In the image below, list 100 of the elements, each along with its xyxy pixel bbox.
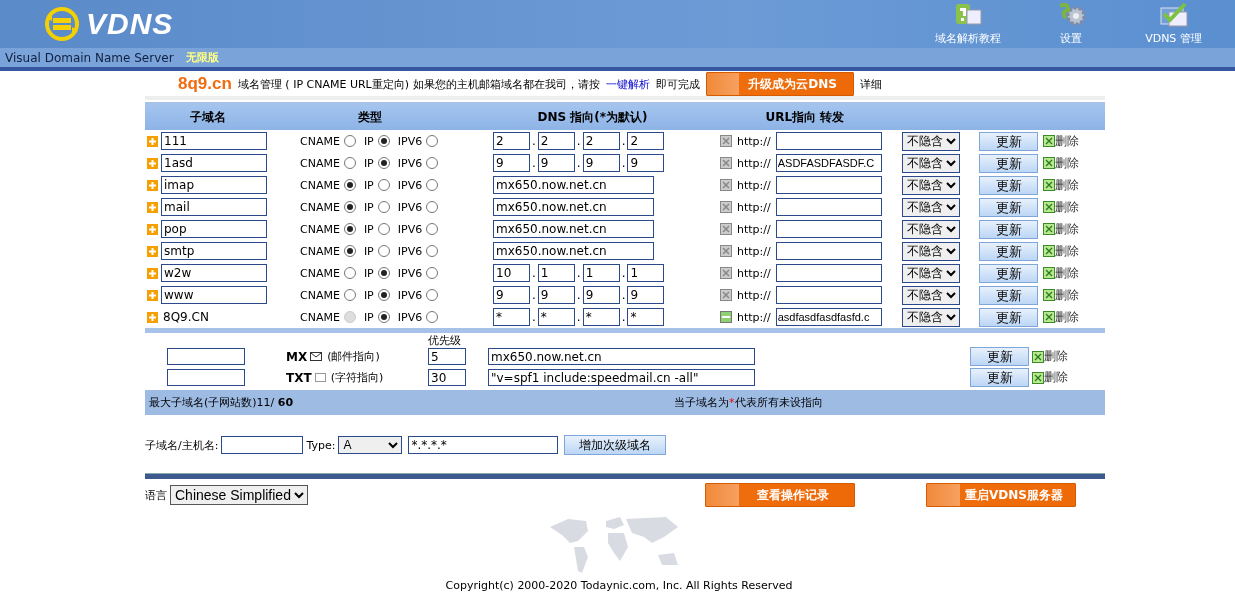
host-field[interactable] <box>167 369 245 386</box>
subdomain-field[interactable]: 111 <box>161 132 267 150</box>
delete-link[interactable]: 删除 <box>1043 132 1105 150</box>
octet-field[interactable]: * <box>493 308 530 326</box>
octet-field[interactable]: 2 <box>493 132 530 150</box>
radio-button[interactable] <box>343 245 356 257</box>
priority-field[interactable]: 30 <box>428 369 466 386</box>
delete-link[interactable]: 删除 <box>1032 369 1068 386</box>
radio-button[interactable] <box>377 157 390 169</box>
octet-field[interactable]: 2 <box>627 132 665 150</box>
url-field[interactable] <box>775 264 882 282</box>
octet-field[interactable]: * <box>537 308 575 326</box>
hide-select[interactable]: 不隐含 <box>902 197 960 217</box>
record-value-field[interactable]: mx650.now.net.cn <box>488 348 755 365</box>
octet-field[interactable]: 9 <box>493 154 530 172</box>
update-button[interactable]: 更新 <box>979 153 1038 173</box>
url-field[interactable] <box>775 132 882 150</box>
hide-select[interactable]: 不隐含 <box>902 153 960 173</box>
target-field[interactable]: mx650.now.net.cn <box>493 220 654 238</box>
radio-button[interactable] <box>377 135 390 147</box>
details-link[interactable]: 详细 <box>859 76 882 92</box>
subdomain-field[interactable]: smtp <box>161 242 267 260</box>
radio-button[interactable] <box>426 267 439 279</box>
url-field[interactable]: ASDFASDFASDF.C <box>775 154 882 172</box>
update-button[interactable]: 更新 <box>970 347 1029 366</box>
subdomain-field[interactable]: www <box>161 286 267 304</box>
update-button[interactable]: 更新 <box>979 241 1038 261</box>
radio-button[interactable] <box>426 201 439 213</box>
record-value-field[interactable]: "v=spf1 include:speedmail.cn -all" <box>488 369 755 386</box>
subdomain-field[interactable]: w2w <box>161 264 267 282</box>
octet-field[interactable]: * <box>582 308 620 326</box>
hostname-field[interactable] <box>221 436 304 454</box>
hide-select[interactable]: 不隐含 <box>902 175 960 195</box>
update-button[interactable]: 更新 <box>979 175 1038 195</box>
radio-button[interactable] <box>377 223 390 235</box>
type-select[interactable]: A <box>338 436 403 454</box>
subdomain-field[interactable]: pop <box>161 220 267 238</box>
octet-field[interactable]: * <box>627 308 665 326</box>
radio-button[interactable] <box>377 267 390 279</box>
subdomain-field[interactable]: 1asd <box>161 154 267 172</box>
octet-field[interactable]: 9 <box>627 286 665 304</box>
delete-link[interactable]: 删除 <box>1043 198 1105 216</box>
radio-button[interactable] <box>426 135 439 147</box>
radio-button[interactable] <box>343 223 356 235</box>
quick-resolve-link[interactable]: 一键解析 <box>605 76 650 92</box>
target-field[interactable]: mx650.now.net.cn <box>493 176 654 194</box>
radio-button[interactable] <box>426 245 439 257</box>
update-button[interactable]: 更新 <box>979 131 1038 151</box>
octet-field[interactable]: 1 <box>537 264 575 282</box>
octet-field[interactable]: 2 <box>537 132 575 150</box>
radio-button[interactable] <box>343 267 356 279</box>
octet-field[interactable]: 9 <box>493 286 530 304</box>
radio-button[interactable] <box>426 223 439 235</box>
language-select[interactable]: Chinese Simplified <box>170 485 308 505</box>
radio-button[interactable] <box>343 179 356 191</box>
octet-field[interactable]: 1 <box>582 264 620 282</box>
radio-button[interactable] <box>343 135 356 147</box>
delete-link[interactable]: 删除 <box>1043 264 1105 282</box>
radio-button[interactable] <box>377 201 390 213</box>
delete-link[interactable]: 删除 <box>1043 220 1105 238</box>
url-field[interactable] <box>775 286 882 304</box>
priority-field[interactable]: 5 <box>428 348 466 365</box>
hide-select[interactable]: 不隐含 <box>902 263 960 283</box>
radio-button[interactable] <box>426 311 439 323</box>
target-field[interactable]: mx650.now.net.cn <box>493 198 654 216</box>
radio-button[interactable] <box>377 245 390 257</box>
hide-select[interactable]: 不隐含 <box>902 285 960 305</box>
octet-field[interactable]: 9 <box>627 154 665 172</box>
update-button[interactable]: 更新 <box>979 197 1038 217</box>
url-field[interactable] <box>775 220 882 238</box>
hide-select[interactable]: 不隐含 <box>902 219 960 239</box>
url-field[interactable]: asdfasdfasdfasfd.c <box>775 308 882 326</box>
hide-select[interactable]: 不隐含 <box>902 241 960 261</box>
radio-button[interactable] <box>343 289 356 301</box>
value-field[interactable]: *.*.*.* <box>408 436 559 454</box>
delete-link[interactable]: 删除 <box>1043 308 1105 326</box>
subdomain-field[interactable]: imap <box>161 176 267 194</box>
host-field[interactable] <box>167 348 245 365</box>
octet-field[interactable]: 2 <box>582 132 620 150</box>
octet-field[interactable]: 9 <box>582 286 620 304</box>
url-field[interactable] <box>775 198 882 216</box>
radio-button[interactable] <box>343 201 356 213</box>
update-button[interactable]: 更新 <box>979 285 1038 305</box>
radio-button[interactable] <box>377 289 390 301</box>
delete-link[interactable]: 删除 <box>1032 348 1068 365</box>
radio-button[interactable] <box>343 157 356 169</box>
radio-button[interactable] <box>377 179 390 191</box>
radio-button[interactable] <box>426 179 439 191</box>
radio-button[interactable] <box>426 289 439 301</box>
target-field[interactable]: mx650.now.net.cn <box>493 242 654 260</box>
add-subdomain-button[interactable]: 增加次级域名 <box>564 435 667 455</box>
octet-field[interactable]: 9 <box>582 154 620 172</box>
octet-field[interactable]: 9 <box>537 286 575 304</box>
update-button[interactable]: 更新 <box>970 368 1029 387</box>
radio-button[interactable] <box>426 157 439 169</box>
subdomain-field[interactable]: mail <box>161 198 267 216</box>
delete-link[interactable]: 删除 <box>1043 286 1105 304</box>
octet-field[interactable]: 10 <box>493 264 530 282</box>
url-field[interactable] <box>775 176 882 194</box>
update-button[interactable]: 更新 <box>979 307 1038 327</box>
